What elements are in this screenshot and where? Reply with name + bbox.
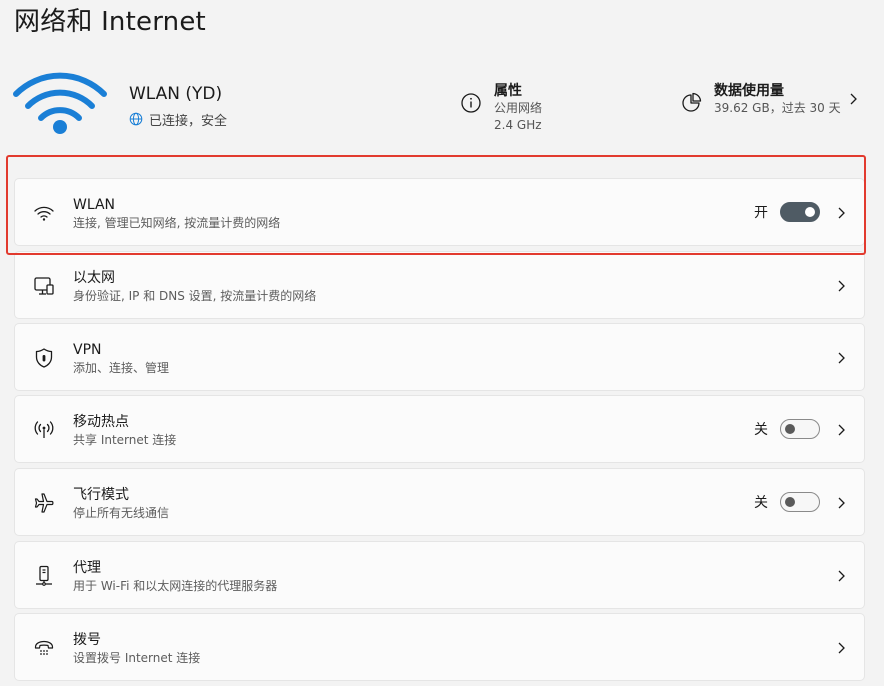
network-band: 2.4 GHz [494, 118, 542, 132]
settings-item-proxy[interactable]: 代理 用于 Wi-Fi 和以太网连接的代理服务器 [14, 541, 865, 609]
info-icon [461, 93, 481, 113]
chevron-right-icon [838, 280, 845, 292]
toggle-state-label: 开 [754, 205, 768, 221]
settings-item-desc: 共享 Internet 连接 [73, 433, 177, 447]
chevron-right-icon [838, 207, 845, 219]
chevron-right-icon [838, 642, 845, 654]
settings-item-desc: 设置拨号 Internet 连接 [73, 651, 201, 665]
settings-item-dial-up[interactable]: 拨号 设置拨号 Internet 连接 [14, 613, 865, 681]
page-title: 网络和 Internet [14, 7, 206, 37]
wifi-icon [34, 206, 54, 221]
airplane-mode-toggle[interactable] [780, 492, 820, 512]
settings-item-label: VPN [73, 342, 102, 358]
data-usage-title: 数据使用量 [714, 83, 784, 99]
settings-item-mobile-hotspot[interactable]: 移动热点 共享 Internet 连接 关 [14, 395, 865, 463]
connection-status: 已连接，安全 [129, 110, 228, 129]
settings-item-label: 代理 [73, 560, 101, 576]
settings-item-desc: 身份验证, IP 和 DNS 设置, 按流量计费的网络 [73, 289, 317, 303]
settings-item-desc: 用于 Wi-Fi 和以太网连接的代理服务器 [73, 579, 278, 593]
data-usage-detail: 39.62 GB，过去 30 天 [714, 101, 841, 115]
connection-status-text: 已连接，安全 [149, 113, 228, 129]
network-profile: 公用网络 [494, 101, 543, 115]
settings-item-airplane-mode[interactable]: 飞行模式 停止所有无线通信 关 [14, 468, 865, 536]
wifi-large-icon [12, 68, 108, 136]
toggle-state-label: 关 [754, 422, 768, 438]
ethernet-icon [34, 277, 54, 295]
chevron-right-icon [838, 424, 845, 436]
settings-item-ethernet[interactable]: 以太网 身份验证, IP 和 DNS 设置, 按流量计费的网络 [14, 251, 865, 319]
toggle-knob [805, 207, 815, 217]
chevron-right-icon [838, 352, 845, 364]
toggle-state-label: 关 [754, 495, 768, 511]
chevron-right-icon [838, 497, 845, 509]
settings-item-desc: 连接, 管理已知网络, 按流量计费的网络 [73, 216, 281, 230]
network-settings-page: 网络和 Internet WLAN (YD) 已连接，安全 属性 公用网络 2.… [0, 0, 884, 686]
settings-item-label: WLAN [73, 197, 116, 213]
pie-chart-icon [682, 92, 702, 112]
hotspot-icon [34, 421, 54, 438]
settings-item-label: 拨号 [73, 632, 101, 648]
chevron-right-icon [838, 570, 845, 582]
shield-icon [35, 348, 53, 368]
toggle-knob [785, 497, 795, 507]
data-usage-link[interactable]: 数据使用量 39.62 GB，过去 30 天 [680, 82, 862, 117]
chevron-right-icon [850, 93, 857, 105]
proxy-icon [36, 565, 52, 586]
settings-item-desc: 添加、连接、管理 [73, 361, 170, 375]
settings-item-label: 飞行模式 [73, 487, 129, 503]
globe-icon [129, 112, 143, 126]
settings-item-desc: 停止所有无线通信 [73, 506, 170, 520]
settings-item-label: 移动热点 [73, 414, 129, 430]
properties-link[interactable]: 属性 公用网络 2.4 GHz [460, 82, 542, 134]
toggle-knob [785, 424, 795, 434]
airplane-icon [34, 493, 54, 513]
network-name: WLAN (YD) [129, 84, 223, 104]
settings-item-wlan[interactable]: WLAN 连接, 管理已知网络, 按流量计费的网络 开 [14, 178, 865, 246]
settings-item-label: 以太网 [73, 270, 115, 286]
settings-item-vpn[interactable]: VPN 添加、连接、管理 [14, 323, 865, 391]
dialup-icon [34, 640, 54, 655]
wlan-toggle[interactable] [780, 202, 820, 222]
properties-title: 属性 [494, 83, 522, 99]
mobile-hotspot-toggle[interactable] [780, 419, 820, 439]
